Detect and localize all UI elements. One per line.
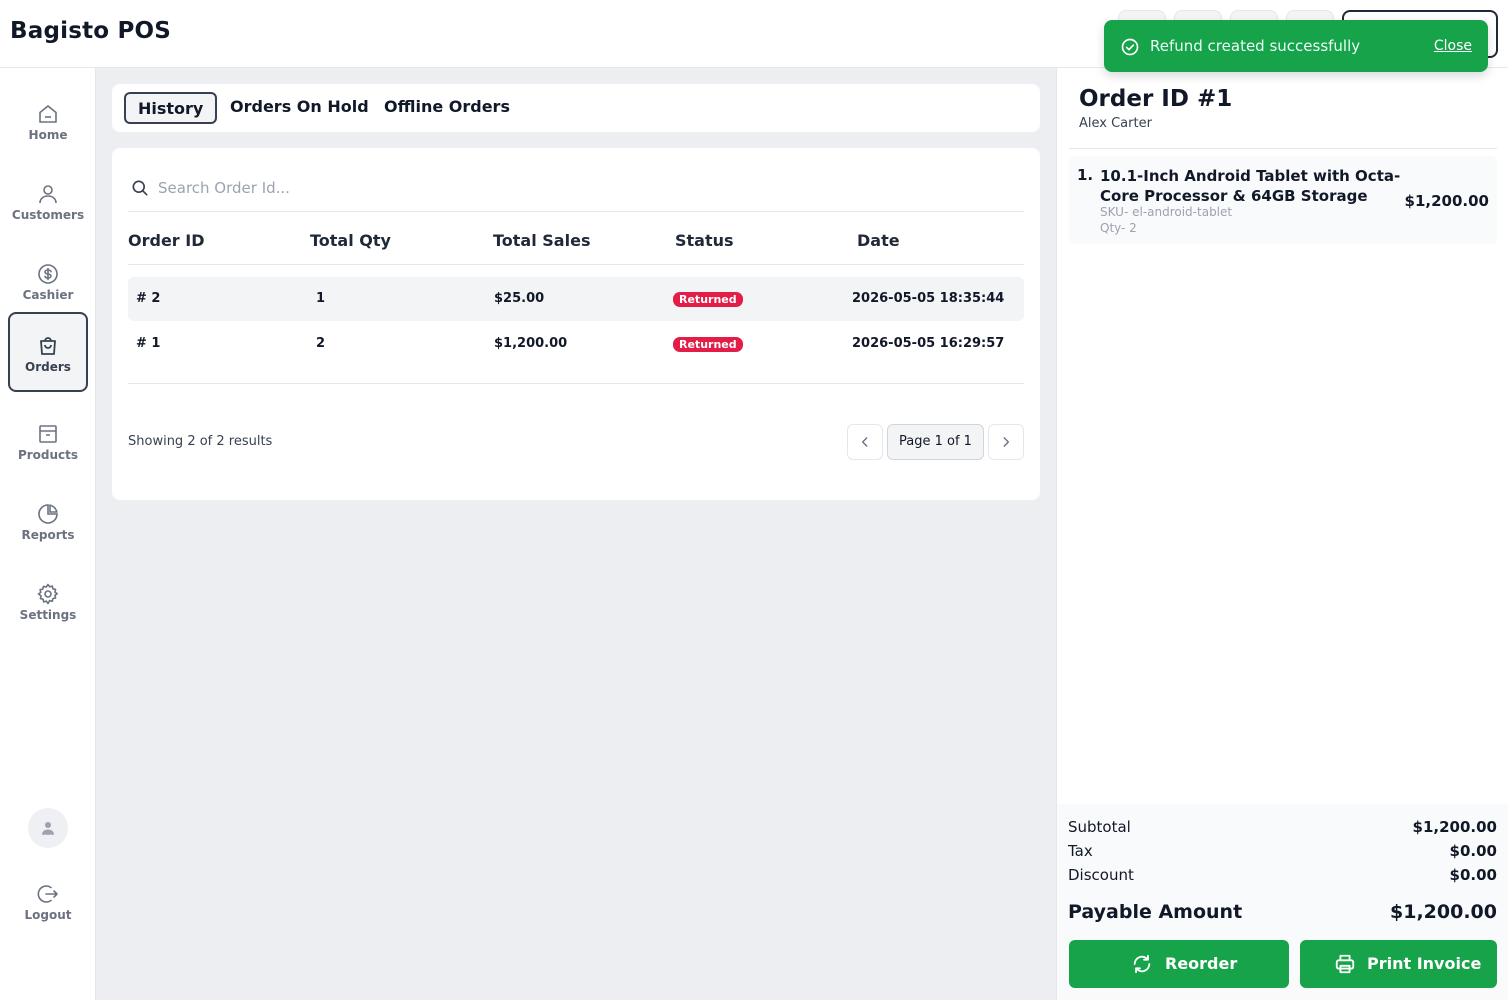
sidebar-item-label: Cashier — [22, 288, 74, 302]
item-number: 1. — [1077, 166, 1094, 184]
search-bar — [128, 168, 1024, 212]
results-count: Showing 2 of 2 results — [128, 434, 273, 449]
avatar[interactable] — [28, 808, 68, 848]
order-detail-panel: Order ID #1 Alex Carter 1. 10.1-Inch And… — [1056, 68, 1508, 1000]
success-toast: Refund created successfully Close — [1104, 20, 1488, 72]
prev-page-button[interactable] — [847, 424, 883, 460]
toast-close-button[interactable]: Close — [1434, 38, 1472, 54]
user-icon — [39, 185, 57, 204]
discount-row: Discount $0.00 — [1068, 866, 1497, 884]
item-sku: SKU- el-android-tablet — [1100, 205, 1233, 219]
status-badge: Returned — [673, 337, 743, 352]
check-circle-icon — [1121, 38, 1139, 56]
sidebar-item-home[interactable]: Home — [8, 80, 88, 160]
bag-icon — [40, 337, 56, 355]
qty-cell: 2 — [316, 336, 326, 351]
column-header: Total Qty — [310, 231, 391, 250]
sales-cell: $25.00 — [494, 291, 545, 306]
order-id-cell: # 1 — [136, 336, 161, 351]
dollar-icon — [38, 264, 58, 284]
order-id-cell: # 2 — [136, 291, 161, 306]
qty-cell: 1 — [316, 291, 326, 306]
table-divider — [128, 383, 1024, 384]
sidebar-item-label: Reports — [21, 528, 75, 542]
pie-chart-icon — [38, 504, 58, 524]
sidebar-item-label: Products — [17, 448, 79, 462]
order-summary: Subtotal $1,200.00 Tax $0.00 Discount $0… — [1057, 804, 1508, 1000]
home-icon — [39, 105, 57, 123]
item-name: 10.1-Inch Android Tablet with Octa-Core … — [1100, 167, 1401, 205]
chevron-right-icon — [1003, 437, 1010, 447]
item-price: $1,200.00 — [1404, 192, 1489, 210]
item-qty: Qty- 2 — [1100, 221, 1137, 235]
sidebar-item-customers[interactable]: Customers — [8, 160, 88, 240]
status-badge: Returned — [673, 292, 743, 307]
sidebar-item-label: Orders — [25, 360, 71, 374]
sidebar-item-products[interactable]: Products — [8, 400, 88, 480]
next-page-button[interactable] — [988, 424, 1024, 460]
order-tabs: History Orders On Hold Offline Orders — [112, 84, 1040, 132]
date-cell: 2026-05-05 16:29:57 — [852, 336, 1005, 351]
column-header: Status — [675, 231, 734, 250]
table-row[interactable]: # 1 2 $1,200.00 Returned 2026-05-05 16:2… — [128, 322, 1024, 366]
sidebar-item-orders[interactable]: Orders — [8, 312, 88, 392]
divider — [1069, 148, 1497, 149]
sidebar-item-cashier[interactable]: Cashier — [8, 240, 88, 320]
table-row[interactable]: # 2 1 $25.00 Returned 2026-05-05 18:35:4… — [128, 277, 1024, 321]
payable-value: $1,200.00 — [1390, 901, 1497, 923]
page-indicator: Page 1 of 1 — [887, 424, 984, 460]
reorder-label: Reorder — [1165, 954, 1238, 973]
print-invoice-label: Print Invoice — [1367, 954, 1482, 973]
column-header: Date — [857, 231, 900, 250]
discount-value: $0.00 — [1449, 866, 1497, 884]
table-header: Order ID Total Qty Total Sales Status Da… — [128, 212, 1024, 265]
reorder-button[interactable]: Reorder — [1069, 940, 1289, 988]
sidebar-item-reports[interactable]: Reports — [8, 480, 88, 560]
subtotal-value: $1,200.00 — [1412, 818, 1497, 836]
column-header: Total Sales — [493, 231, 591, 250]
tab-offline-orders[interactable]: Offline Orders — [384, 92, 510, 124]
app-title: Bagisto POS — [10, 18, 172, 44]
date-cell: 2026-05-05 18:35:44 — [852, 291, 1005, 306]
box-icon — [39, 425, 57, 443]
chevron-left-icon — [861, 437, 868, 447]
gear-icon — [37, 583, 58, 605]
sidebar-item-settings[interactable]: Settings — [8, 560, 88, 640]
logout-icon — [37, 885, 58, 903]
column-header: Order ID — [128, 231, 205, 250]
tax-value: $0.00 — [1449, 842, 1497, 860]
tab-orders-on-hold[interactable]: Orders On Hold — [230, 92, 369, 124]
order-title: Order ID #1 — [1079, 86, 1233, 112]
payable-row: Payable Amount $1,200.00 — [1068, 901, 1497, 923]
print-invoice-button[interactable]: Print Invoice — [1300, 940, 1497, 988]
order-item: 1. 10.1-Inch Android Tablet with Octa-Co… — [1069, 156, 1497, 244]
search-input[interactable] — [158, 174, 758, 202]
discount-label: Discount — [1068, 866, 1134, 884]
logout-label: Logout — [24, 908, 72, 922]
subtotal-label: Subtotal — [1068, 818, 1131, 836]
sidebar-item-label: Settings — [19, 608, 77, 622]
sidebar: Home Customers Cashier Orders Products R… — [0, 68, 96, 1000]
tab-history[interactable]: History — [124, 92, 218, 124]
printer-icon — [1335, 954, 1355, 974]
user-avatar-icon — [42, 822, 54, 835]
payable-label: Payable Amount — [1068, 901, 1243, 923]
toast-message: Refund created successfully — [1150, 37, 1361, 55]
sales-cell: $1,200.00 — [494, 336, 568, 351]
tax-label: Tax — [1068, 842, 1093, 860]
sidebar-item-label: Home — [28, 128, 68, 142]
refresh-icon — [1133, 954, 1151, 974]
search-icon — [132, 180, 148, 196]
customer-name: Alex Carter — [1079, 116, 1152, 131]
sidebar-item-label: Customers — [11, 208, 85, 222]
orders-card: Order ID Total Qty Total Sales Status Da… — [112, 148, 1040, 500]
logout-button[interactable]: Logout — [8, 860, 88, 940]
subtotal-row: Subtotal $1,200.00 — [1068, 818, 1497, 836]
tax-row: Tax $0.00 — [1068, 842, 1497, 860]
